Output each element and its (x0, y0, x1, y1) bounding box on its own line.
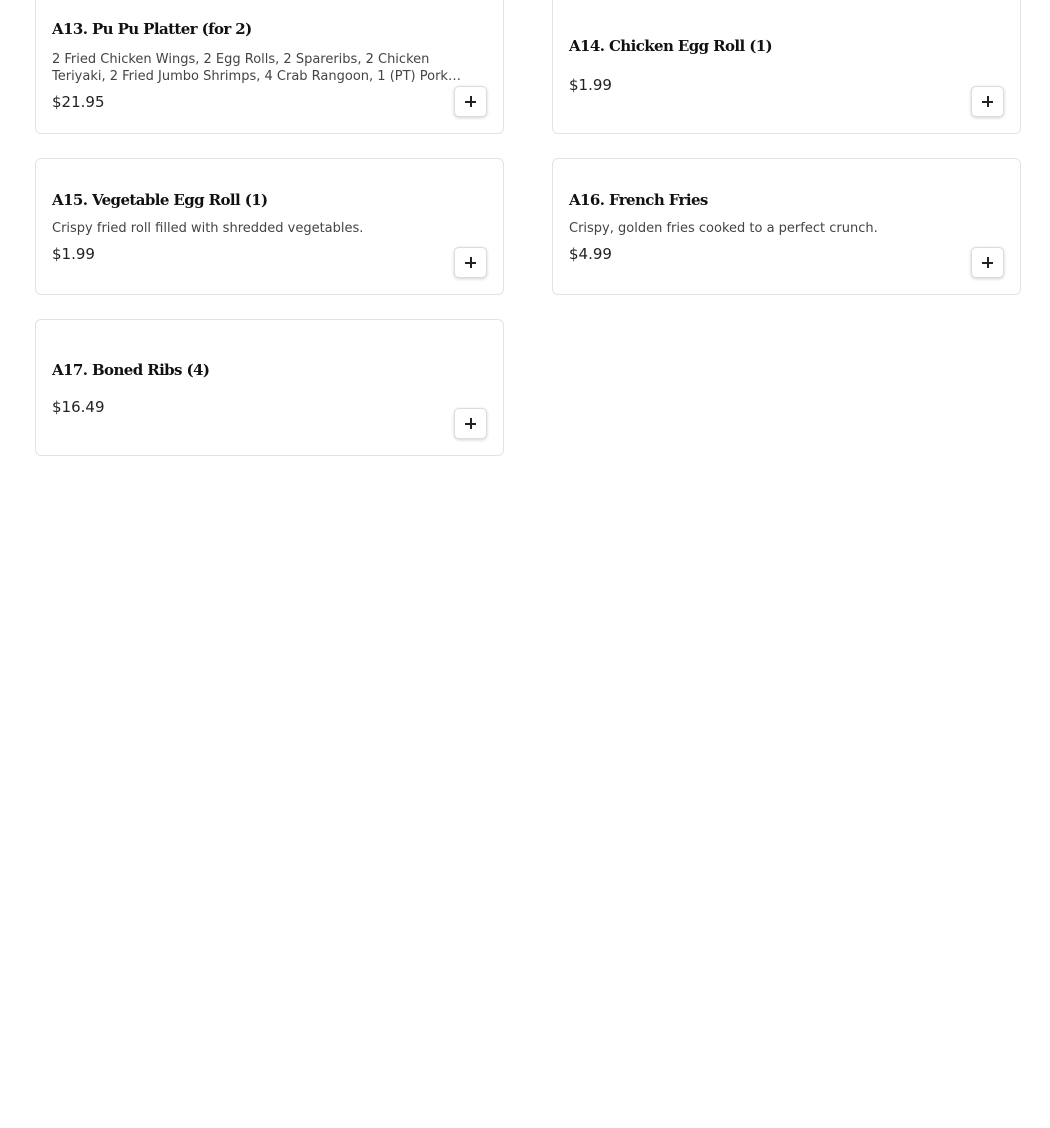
menu-item-card[interactable]: A16. French Fries Crispy, golden fries c… (552, 158, 1021, 295)
plus-icon (465, 257, 476, 268)
item-price: $21.95 (52, 93, 105, 111)
plus-icon (465, 96, 476, 107)
plus-icon (465, 418, 476, 429)
add-to-cart-button[interactable] (454, 408, 487, 439)
item-description: Crispy fried roll filled with shredded v… (52, 221, 364, 236)
menu-item-card[interactable]: A13. Pu Pu Platter (for 2) 2 Fried Chick… (35, 0, 504, 134)
item-title: A15. Vegetable Egg Roll (1) (52, 191, 268, 209)
item-description: 2 Fried Chicken Wings, 2 Egg Rolls, 2 Sp… (52, 52, 448, 84)
add-to-cart-button[interactable] (971, 247, 1004, 278)
item-title: A17. Boned Ribs (4) (52, 361, 210, 379)
add-to-cart-button[interactable] (454, 247, 487, 278)
item-description: Crispy, golden fries cooked to a perfect… (569, 221, 878, 236)
menu-item-card[interactable]: A15. Vegetable Egg Roll (1) Crispy fried… (35, 158, 504, 295)
item-title: A16. French Fries (569, 191, 708, 209)
item-title: A14. Chicken Egg Roll (1) (569, 37, 773, 55)
item-price: $1.99 (569, 76, 612, 94)
item-price: $4.99 (569, 245, 612, 263)
plus-icon (982, 96, 993, 107)
add-to-cart-button[interactable] (971, 86, 1004, 117)
add-to-cart-button[interactable] (454, 86, 487, 117)
plus-icon (982, 257, 993, 268)
menu-item-card[interactable]: A17. Boned Ribs (4) $16.49 (35, 319, 504, 456)
item-price: $1.99 (52, 245, 95, 263)
item-title: A13. Pu Pu Platter (for 2) (52, 20, 252, 38)
menu-item-card[interactable]: A14. Chicken Egg Roll (1) $1.99 (552, 0, 1021, 134)
item-price: $16.49 (52, 398, 105, 416)
